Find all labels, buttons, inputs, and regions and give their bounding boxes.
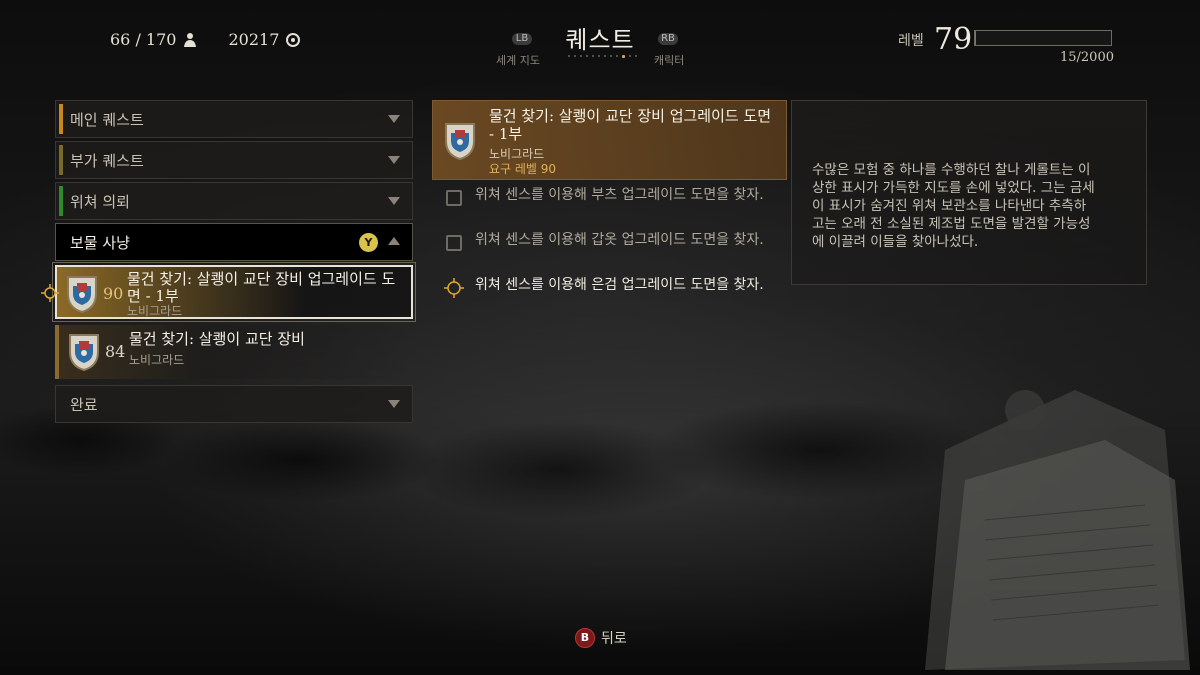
chevron-down-icon [388, 115, 400, 123]
hud-stats: 66 / 170 20217 [110, 30, 301, 49]
chevron-down-icon [388, 156, 400, 164]
back-label: 뒤로 [601, 631, 627, 647]
novigrad-shield-icon [67, 276, 97, 314]
quest-list: 메인 퀘스트 부가 퀘스트 위쳐 의뢰 보물 사냥 Y 90 물건 찾기: 살쾡… [41, 100, 416, 426]
quest-detail: 물건 찾기: 살쾡이 교단 장비 업그레이드 도면 - 1부 노비그라드 요구 … [432, 100, 787, 321]
xp-fill [975, 31, 977, 45]
chevron-down-icon [388, 197, 400, 205]
checkbox-icon [446, 190, 462, 206]
objective-text: 위쳐 센스를 이용해 갑옷 업그레이드 도면을 찾자. [475, 232, 764, 248]
novigrad-shield-icon [445, 123, 475, 161]
category-label: 완료 [70, 395, 98, 414]
category-main-quests[interactable]: 메인 퀘스트 [55, 100, 413, 138]
quest-description: 수많은 모험 중 하나를 수행하던 찰나 게롤트는 이상한 표시가 가득한 지도… [812, 162, 1095, 250]
objective-item-active: 위쳐 센스를 이용해 은검 업그레이드 도면을 찾자. [432, 276, 787, 321]
category-label: 부가 퀘스트 [70, 151, 144, 170]
quest-item-selected[interactable]: 90 물건 찾기: 살쾡이 교단 장비 업그레이드 도면 - 1부 노비그라드 [41, 262, 416, 322]
xp-text: 15/2000 [1059, 50, 1114, 65]
quest-location: 노비그라드 [129, 353, 185, 367]
checkbox-icon [446, 235, 462, 251]
quest-location: 노비그라드 [127, 304, 183, 318]
objective-text: 위쳐 센스를 이용해 은검 업그레이드 도면을 찾자. [475, 277, 764, 293]
character-tab[interactable]: 캐릭터 [654, 52, 684, 68]
rb-button[interactable]: RB [658, 33, 678, 45]
category-label: 위쳐 의뢰 [70, 192, 130, 211]
weight-icon [184, 32, 197, 47]
letter-illustration [925, 390, 1190, 670]
category-treasure-hunts[interactable]: 보물 사냥 Y [55, 223, 413, 261]
menu-navigation: LB 세계 지도 퀘스트 RB 캐릭터 [480, 18, 720, 68]
y-button-icon[interactable]: Y [359, 233, 378, 252]
inventory-weight: 66 / 170 [110, 30, 177, 49]
objective-item: 위쳐 센스를 이용해 갑옷 업그레이드 도면을 찾자. [432, 231, 787, 276]
quest-name: 물건 찾기: 살쾡이 교단 장비 업그레이드 도면 - 1부 [127, 270, 396, 305]
chevron-up-icon [388, 237, 400, 245]
novigrad-shield-icon [69, 334, 99, 372]
category-completed[interactable]: 완료 [55, 385, 413, 423]
gold-amount: 20217 [228, 30, 280, 49]
level-display: 레벨 79 15/2000 [898, 22, 1114, 72]
category-label: 메인 퀘스트 [70, 110, 144, 129]
quest-level: 84 [105, 342, 126, 361]
quest-description-panel: 수많은 모험 중 하나를 수행하던 찰나 게롤트는 이상한 표시가 가득한 지도… [791, 100, 1147, 285]
menu-page-indicator [568, 54, 637, 58]
objective-list: 위쳐 센스를 이용해 부츠 업그레이드 도면을 찾자. 위쳐 센스를 이용해 갑… [432, 180, 787, 321]
quest-name: 물건 찾기: 살쾡이 교단 장비 [129, 330, 305, 348]
category-side-quests[interactable]: 부가 퀘스트 [55, 141, 413, 179]
xp-bar [974, 30, 1112, 46]
quest-detail-header: 물건 찾기: 살쾡이 교단 장비 업그레이드 도면 - 1부 노비그라드 요구 … [432, 100, 787, 180]
tracked-quest-icon [41, 284, 59, 302]
quest-detail-title: 물건 찾기: 살쾡이 교단 장비 업그레이드 도면 - 1부 [489, 107, 772, 143]
back-button[interactable]: B 뒤로 [575, 628, 627, 648]
required-level: 요구 레벨 90 [489, 162, 557, 176]
category-witcher-contracts[interactable]: 위쳐 의뢰 [55, 182, 413, 220]
level-label: 레벨 [898, 33, 924, 49]
b-button-icon: B [575, 628, 595, 648]
quest-level: 90 [103, 284, 124, 303]
objective-item: 위쳐 센스를 이용해 부츠 업그레이드 도면을 찾자. [432, 186, 787, 231]
page-title: 퀘스트 [565, 26, 635, 54]
tracked-objective-icon [444, 278, 464, 298]
crowns-icon [286, 32, 301, 47]
quest-item[interactable]: 84 물건 찾기: 살쾡이 교단 장비 노비그라드 [55, 325, 413, 379]
objective-text: 위쳐 센스를 이용해 부츠 업그레이드 도면을 찾자. [475, 187, 764, 203]
category-label: 보물 사냥 [70, 233, 130, 252]
level-value: 79 [934, 22, 973, 57]
chevron-down-icon [388, 400, 400, 408]
